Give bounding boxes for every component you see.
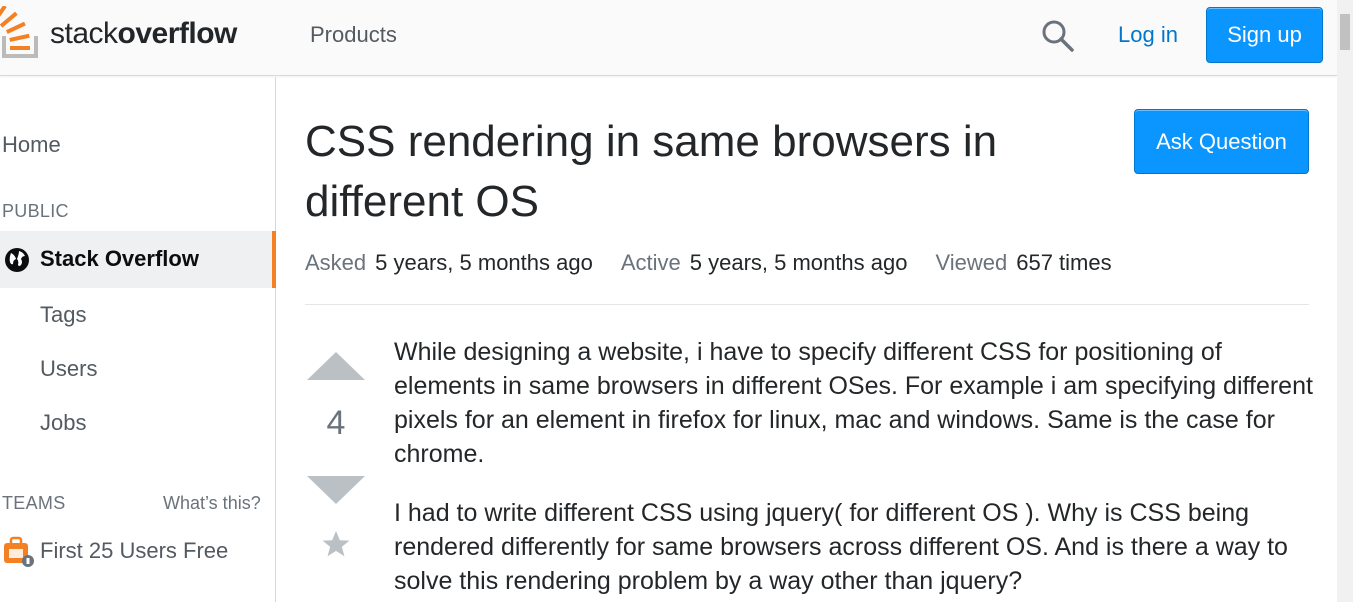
globe-icon [5,248,29,272]
sidebar-item-home[interactable]: Home [2,132,61,158]
left-sidebar: Home PUBLIC Stack Overflow Tags Users Jo… [0,77,276,602]
products-menu[interactable]: Products [310,22,397,48]
scrollbar[interactable] [1337,0,1353,602]
sidebar-item-stack-overflow[interactable]: Stack Overflow [0,231,276,288]
question-body: While designing a website, i have to spe… [394,335,1314,602]
asked-value[interactable]: 5 years, 5 months ago [375,250,593,275]
sidebar-item-users[interactable]: Users [40,356,97,382]
viewed-info: Viewed 657 times [935,250,1111,276]
ask-question-button[interactable]: Ask Question [1134,109,1309,174]
active-value[interactable]: 5 years, 5 months ago [690,250,908,275]
scrollbar-thumb[interactable] [1340,14,1350,50]
search-icon[interactable] [1040,18,1076,54]
question-meta: Asked 5 years, 5 months ago Active 5 years… [305,250,1140,276]
vote-count: 4 [326,404,346,442]
active-label: Active [620,250,681,275]
asked-info: Asked 5 years, 5 months ago [305,250,593,276]
favorite-star-icon[interactable] [320,528,352,560]
viewed-value: 657 times [1016,250,1112,275]
logo-text: stackoverflow [50,17,237,50]
divider [305,304,1309,305]
sidebar-heading-teams: TEAMS [2,493,66,513]
sidebar-item-teams-free[interactable]: First 25 Users Free [2,535,228,567]
stackoverflow-logo[interactable]: stackoverflow [0,4,237,64]
signup-button[interactable]: Sign up [1206,7,1323,63]
upvote-icon[interactable] [307,352,365,382]
body-paragraph: While designing a website, i have to spe… [394,338,1313,468]
question-title[interactable]: CSS rendering in same browsers in differ… [305,112,1105,232]
sidebar-item-label: Stack Overflow [40,246,199,271]
sidebar-item-tags[interactable]: Tags [40,302,86,328]
sidebar-item-jobs[interactable]: Jobs [40,410,86,436]
login-link[interactable]: Log in [1118,22,1178,48]
stackoverflow-logo-icon [0,6,38,58]
briefcase-icon [4,536,34,567]
viewed-label: Viewed [935,250,1008,275]
body-paragraph: I had to write different CSS using jquer… [394,499,1288,595]
downvote-icon[interactable] [307,474,365,504]
top-bar: stackoverflow Products Log in Sign up [0,0,1337,76]
sidebar-heading-public: PUBLIC [2,201,69,221]
asked-label: Asked [305,250,367,275]
sidebar-item-label: First 25 Users Free [40,538,229,563]
active-info: Active 5 years, 5 months ago [621,250,908,276]
whats-this-link[interactable]: What’s this? [163,493,261,514]
